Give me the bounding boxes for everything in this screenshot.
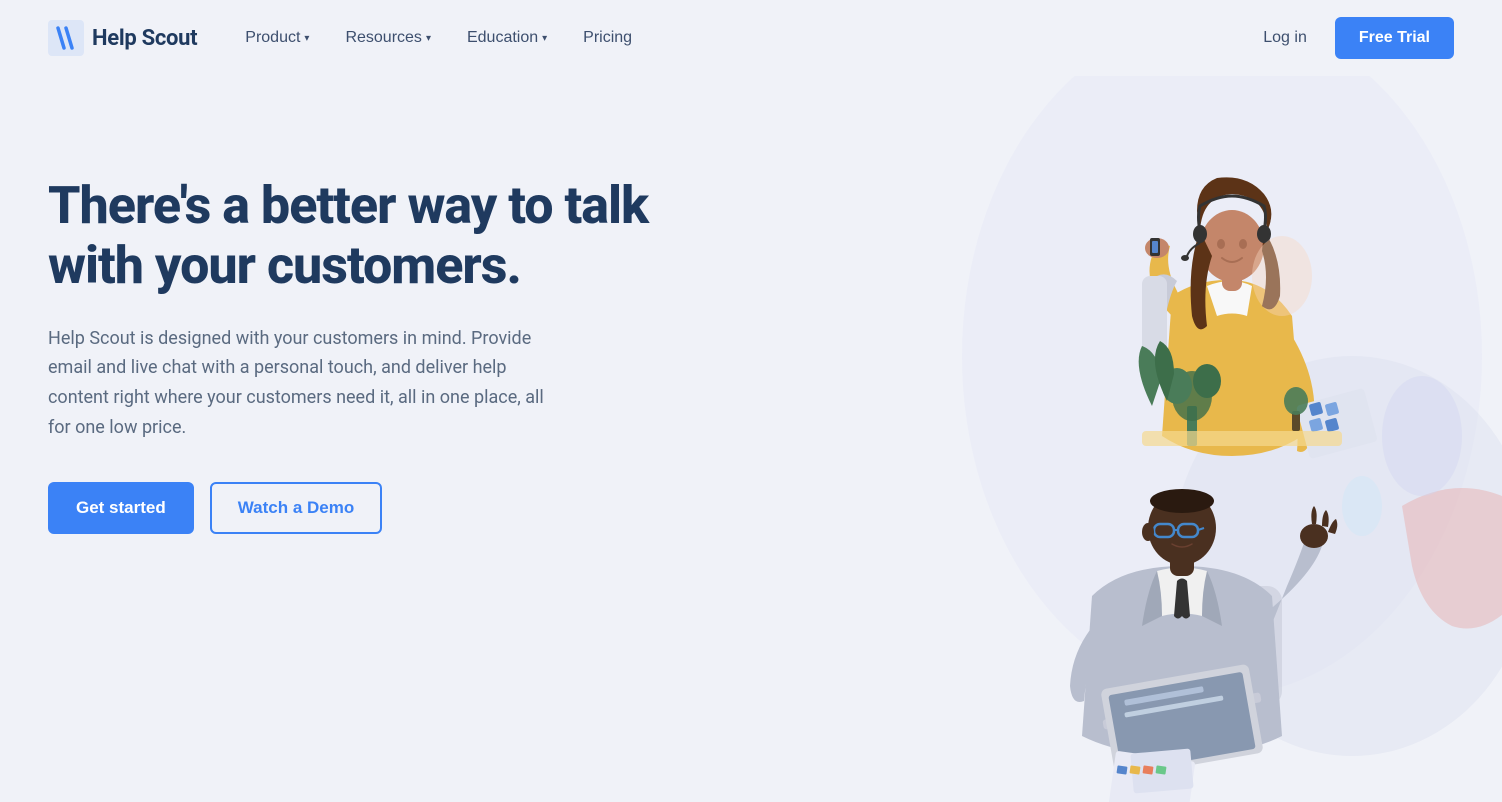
hero-buttons: Get started Watch a Demo: [48, 482, 688, 534]
hero-description: Help Scout is designed with your custome…: [48, 324, 568, 443]
nav-right: Log in Free Trial: [1251, 17, 1454, 59]
education-chevron-icon: ▾: [542, 33, 547, 44]
hero-section: There's a better way to talk with your c…: [0, 76, 1502, 746]
illustration-svg: [802, 56, 1502, 802]
resources-chevron-icon: ▾: [426, 33, 431, 44]
hero-content: There's a better way to talk with your c…: [48, 136, 688, 534]
nav-links: Product ▾ Resources ▾ Education ▾ Pricin…: [229, 21, 1251, 55]
hero-illustration: [802, 56, 1502, 802]
nav-education[interactable]: Education ▾: [451, 21, 563, 55]
navbar: Help Scout Product ▾ Resources ▾ Educati…: [0, 0, 1502, 76]
nav-product[interactable]: Product ▾: [229, 21, 325, 55]
hero-title: There's a better way to talk with your c…: [48, 176, 688, 296]
logo-link[interactable]: Help Scout: [48, 20, 197, 56]
helpscout-logo-icon: [48, 20, 84, 56]
free-trial-button[interactable]: Free Trial: [1335, 17, 1454, 59]
nav-pricing[interactable]: Pricing: [567, 21, 648, 55]
get-started-button[interactable]: Get started: [48, 482, 194, 534]
nav-resources[interactable]: Resources ▾: [329, 21, 447, 55]
logo-text: Help Scout: [92, 26, 197, 51]
product-chevron-icon: ▾: [304, 33, 309, 44]
watch-demo-button[interactable]: Watch a Demo: [210, 482, 383, 534]
login-button[interactable]: Log in: [1251, 21, 1319, 55]
